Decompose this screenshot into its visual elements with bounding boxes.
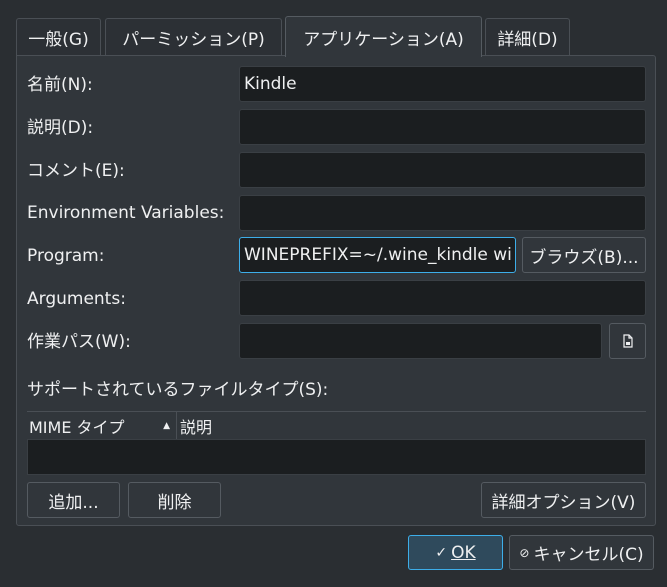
name-input-value: Kindle [244, 74, 297, 94]
remove-filetype-button-label: 削除 [157, 492, 192, 513]
program-input-value: WINEPREFIX=~/.wine_kindle wi [244, 245, 512, 265]
filetypes-label: サポートされているファイルタイプ(S): [27, 380, 329, 400]
tab-application[interactable]: アプリケーション(A) [285, 16, 482, 57]
name-input[interactable]: Kindle [239, 66, 646, 102]
tab-permissions[interactable]: パーミッション(P) [105, 18, 282, 55]
filetypes-table-body[interactable] [27, 439, 646, 475]
tab-general-label: 一般(G) [28, 29, 89, 50]
description-input[interactable] [239, 109, 646, 145]
column-mime-type[interactable]: MIME タイプ ▲ [27, 412, 177, 439]
checkmark-icon: ✓ [435, 544, 448, 561]
remove-filetype-button[interactable]: 削除 [128, 482, 221, 518]
env-label: Environment Variables: [27, 203, 225, 223]
name-label: 名前(N): [27, 75, 93, 95]
column-description-label: 説明 [180, 417, 213, 437]
workdir-browse-button[interactable] [609, 323, 646, 359]
advanced-options-button[interactable]: 詳細オプション(V) [481, 482, 646, 518]
tab-permissions-label: パーミッション(P) [122, 29, 265, 50]
application-panel: 名前(N): Kindle 説明(D): コメント(E): Environmen… [16, 55, 656, 526]
add-filetype-button-label: 追加... [48, 492, 99, 513]
filetypes-table-header: MIME タイプ ▲ 説明 [27, 411, 646, 439]
add-filetype-button[interactable]: 追加... [27, 482, 120, 518]
browse-button[interactable]: ブラウズ(B)... [522, 237, 646, 273]
comment-label: コメント(E): [27, 161, 125, 181]
arguments-input[interactable] [239, 280, 646, 316]
comment-input[interactable] [239, 152, 646, 188]
column-description[interactable]: 説明 [177, 414, 212, 438]
sort-ascending-icon: ▲ [163, 420, 170, 431]
file-icon [622, 334, 633, 348]
advanced-options-button-label: 詳細オプション(V) [491, 492, 636, 513]
arguments-label: Arguments: [27, 289, 126, 309]
program-input[interactable]: WINEPREFIX=~/.wine_kindle wi [239, 237, 516, 273]
cancel-button-label: キャンセル(C) [533, 545, 644, 565]
browse-button-label: ブラウズ(B)... [529, 247, 639, 268]
ok-button[interactable]: ✓ OK [408, 535, 503, 570]
tab-application-label: アプリケーション(A) [303, 29, 464, 50]
tab-details[interactable]: 詳細(D) [485, 18, 570, 55]
cancel-button[interactable]: ⊘ キャンセル(C) [509, 535, 654, 570]
tab-general[interactable]: 一般(G) [16, 18, 101, 55]
env-input[interactable] [239, 195, 646, 231]
ok-button-label: OK [451, 542, 476, 563]
workdir-label: 作業パス(W): [27, 332, 131, 352]
program-label: Program: [27, 246, 105, 266]
cancel-icon: ⊘ [519, 545, 530, 560]
description-label: 説明(D): [27, 118, 94, 138]
tab-details-label: 詳細(D) [497, 29, 558, 50]
column-mime-type-label: MIME タイプ [29, 417, 125, 437]
workdir-input[interactable] [239, 323, 602, 359]
